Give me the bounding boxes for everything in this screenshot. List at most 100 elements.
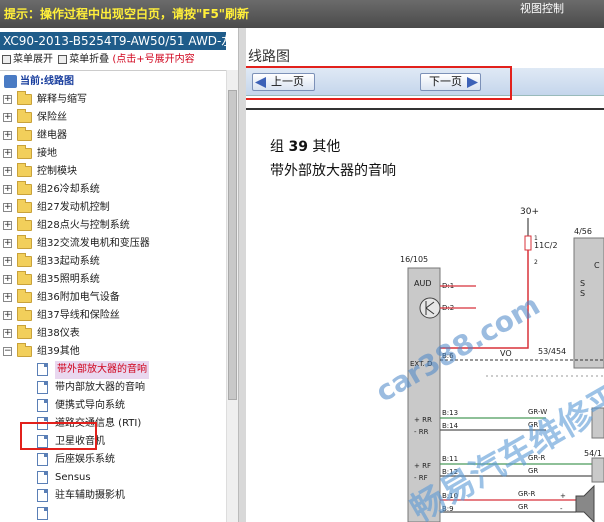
plus-icon[interactable]: + bbox=[3, 329, 12, 338]
plus-icon[interactable]: + bbox=[3, 239, 12, 248]
tree-item[interactable]: + 控制模块 bbox=[0, 163, 200, 181]
sub-item-selected[interactable]: 带外部放大器的音响 bbox=[0, 361, 200, 379]
plus-icon[interactable]: + bbox=[3, 221, 12, 230]
p30-label: 30+ bbox=[520, 207, 539, 217]
view-control-menu[interactable]: 视图控制 bbox=[520, 0, 564, 16]
junction-53-label: 53/454 bbox=[538, 347, 566, 356]
folder-icon bbox=[17, 271, 32, 285]
page-separator bbox=[246, 108, 604, 110]
tree-current: 当前:线路图 bbox=[0, 73, 200, 91]
folder-icon bbox=[17, 163, 32, 177]
tree-item[interactable]: + 组28点火与控制系统 bbox=[0, 217, 200, 235]
folder-open-icon bbox=[17, 343, 32, 357]
tree-item[interactable]: + 组32交流发电机和变压器 bbox=[0, 235, 200, 253]
current-location-label: 当前:线路图 bbox=[20, 76, 74, 87]
right-module-box bbox=[573, 237, 604, 369]
svg-text:B:13: B:13 bbox=[442, 409, 458, 417]
document-icon bbox=[37, 363, 48, 376]
tree-item[interactable]: + 组38仪表 bbox=[0, 325, 200, 343]
panel-title: 线路图 bbox=[248, 49, 290, 65]
folder-icon bbox=[17, 109, 32, 123]
document-icon bbox=[37, 507, 48, 520]
tree-item[interactable]: + 继电器 bbox=[0, 127, 200, 145]
folder-icon bbox=[17, 289, 32, 303]
tree-item[interactable]: + 组36附加电气设备 bbox=[0, 289, 200, 307]
transistor-icon bbox=[419, 297, 441, 319]
document-group-title: 组 39 其他 bbox=[270, 139, 341, 155]
sub-item[interactable]: Sensus bbox=[0, 469, 200, 487]
plus-icon[interactable]: + bbox=[3, 113, 12, 122]
menu-expand-link[interactable]: 菜单展开 bbox=[13, 54, 53, 65]
menu-controls: 菜单展开 菜单折叠 (点击+号展开内容 bbox=[0, 52, 226, 68]
document-icon bbox=[37, 381, 48, 394]
computer-icon bbox=[4, 75, 17, 88]
minus-icon[interactable]: − bbox=[3, 347, 12, 356]
highlight-box-navigation bbox=[246, 66, 512, 100]
svg-text:+ RF: + RF bbox=[414, 462, 431, 470]
s1-label: S bbox=[580, 279, 585, 288]
top-hint-bar: 提示：操作过程中出现空白页，请按"F5"刷新 视图控制 bbox=[0, 0, 604, 28]
sub-item[interactable]: 后座娱乐系统 bbox=[0, 451, 200, 469]
menu-collapse-link[interactable]: 菜单折叠 bbox=[69, 54, 109, 65]
folder-icon bbox=[17, 217, 32, 231]
highlight-box-group39 bbox=[20, 422, 97, 450]
page-left-label: 16/105 bbox=[400, 255, 428, 264]
c-label: C bbox=[594, 261, 600, 270]
plus-icon[interactable]: + bbox=[3, 185, 12, 194]
tree-item[interactable]: + 保险丝 bbox=[0, 109, 200, 127]
tree-item[interactable]: + 组26冷却系统 bbox=[0, 181, 200, 199]
collapse-icon[interactable] bbox=[58, 54, 68, 64]
module-label: AUD bbox=[414, 279, 432, 288]
plus-icon[interactable]: + bbox=[3, 203, 12, 212]
vehicle-model-title: XC90-2013-B5254T9-AW50/51 AWD-左 bbox=[0, 32, 226, 50]
tree-item[interactable]: + 组27发动机控制 bbox=[0, 199, 200, 217]
s2-label: S bbox=[580, 289, 585, 298]
sub-item[interactable] bbox=[0, 505, 200, 522]
sub-item[interactable]: 驻车辅助摄影机 bbox=[0, 487, 200, 505]
tree-item[interactable]: + 解释与缩写 bbox=[0, 91, 200, 109]
svg-text:- RR: - RR bbox=[414, 428, 429, 436]
plus-icon[interactable]: + bbox=[3, 311, 12, 320]
page-right-label: 4/56 bbox=[574, 227, 592, 236]
panel-splitter[interactable] bbox=[238, 28, 246, 522]
document-icon bbox=[37, 489, 48, 502]
plus-icon[interactable]: + bbox=[3, 293, 12, 302]
plus-icon[interactable]: + bbox=[3, 95, 12, 104]
svg-text:1: 1 bbox=[534, 235, 538, 242]
vo-label: VO bbox=[500, 349, 512, 358]
fuse-icon bbox=[524, 235, 532, 251]
sub-item[interactable]: 便携式导向系统 bbox=[0, 397, 200, 415]
tree-item[interactable]: + 接地 bbox=[0, 145, 200, 163]
collapse-note: (点击+号展开内容 bbox=[112, 54, 195, 65]
folder-icon bbox=[17, 253, 32, 267]
plus-icon[interactable]: + bbox=[3, 167, 12, 176]
fuse-label: 11C/2 bbox=[534, 241, 558, 250]
folder-icon bbox=[17, 145, 32, 159]
svg-text:+: + bbox=[560, 492, 566, 500]
document-icon bbox=[37, 399, 48, 412]
scrollbar-thumb[interactable] bbox=[228, 90, 237, 400]
document-icon bbox=[37, 471, 48, 484]
tree-scrollbar[interactable] bbox=[226, 70, 238, 522]
svg-text:+ RR: + RR bbox=[414, 416, 432, 424]
plus-icon[interactable]: + bbox=[3, 257, 12, 266]
category-tree: 当前:线路图 + 解释与缩写 + 保险丝 + 继电器 + 接地 + 控制模块 + 组26冷却… bbox=[0, 70, 226, 522]
folder-icon bbox=[17, 199, 32, 213]
plus-icon[interactable]: + bbox=[3, 275, 12, 284]
tree-item[interactable]: + 组37导线和保险丝 bbox=[0, 307, 200, 325]
svg-text:54/1: 54/1 bbox=[584, 449, 602, 458]
folder-icon bbox=[17, 127, 32, 141]
plus-icon[interactable]: + bbox=[3, 131, 12, 140]
tree-item-group39[interactable]: − 组39其他 bbox=[0, 343, 200, 361]
speaker-icon bbox=[575, 484, 595, 522]
tree-item[interactable]: + 组33起动系统 bbox=[0, 253, 200, 271]
tree-item[interactable]: + 组35照明系统 bbox=[0, 271, 200, 289]
document-icon bbox=[37, 453, 48, 466]
folder-icon bbox=[17, 325, 32, 339]
expand-icon[interactable] bbox=[2, 54, 11, 64]
diagram-panel: 线路图 上一页 下一页 组 39 其他 带外部放大器的音响 30+ 16/105… bbox=[246, 28, 604, 522]
sub-item[interactable]: 带内部放大器的音响 bbox=[0, 379, 200, 397]
folder-icon bbox=[17, 235, 32, 249]
plus-icon[interactable]: + bbox=[3, 149, 12, 158]
navigation-panel: XC90-2013-B5254T9-AW50/51 AWD-左 菜单展开 菜单折… bbox=[0, 28, 240, 522]
